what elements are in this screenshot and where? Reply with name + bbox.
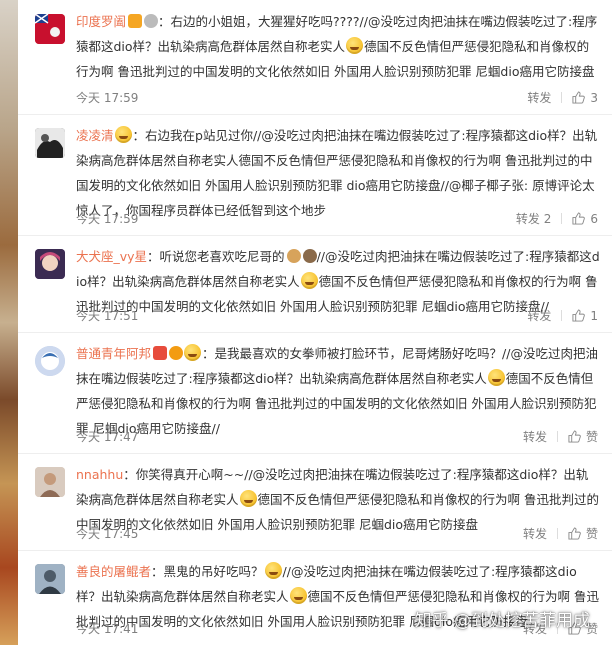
repost-button[interactable]: 转发 (527, 307, 551, 324)
divider (561, 213, 563, 224)
comment-body: 大犬座_vy星：听说您老喜欢吃尼哥的//@没吃过肉把油抹在嘴边假装吃过了:程序猿… (76, 244, 600, 319)
comment-item: nnahhu：你笑得真开心啊~~//@没吃过肉把油抹在嘴边假装吃过了:程序猿都这… (18, 453, 612, 551)
like-label: 赞 (585, 527, 598, 541)
photo-avatar-icon (35, 467, 65, 497)
avatar[interactable] (35, 128, 65, 158)
like-count: 1 (590, 309, 598, 323)
like-button[interactable]: 3 (572, 91, 598, 105)
monkey-emoji-icon (302, 249, 317, 263)
comment-time: 今天 17:41 (76, 622, 139, 636)
emoji-icon (289, 587, 307, 604)
like-button[interactable]: 1 (572, 309, 598, 323)
comment-body: 普通青年阿邦 ：是我最喜欢的女拳师被打脸环节，尼哥烤肠好吃吗？//@没吃过肉把油抹… (76, 341, 600, 441)
emoji-icon (346, 37, 364, 54)
background-image-strip (0, 0, 18, 645)
vip-badge-icon (144, 14, 159, 28)
comment-body: nnahhu：你笑得真开心啊~~//@没吃过肉把油抹在嘴边假装吃过了:程序猿都这… (76, 462, 600, 537)
comment-text: ：听说您老喜欢吃尼哥的 (147, 249, 285, 264)
comment-username[interactable]: 善良的屠鲲者 (76, 564, 151, 579)
comment-time: 今天 17:45 (76, 527, 139, 541)
comment-time: 今天 17:59 (76, 91, 139, 105)
flag-avatar-icon (35, 14, 65, 44)
comment-username[interactable]: 凌凌清 (76, 128, 114, 143)
repost-button[interactable]: 转发 (523, 525, 547, 542)
comment-body: 印度罗阖 ：右边的小姐姐，大猩猩好吃吗????//@没吃过肉把油抹在嘴边假装吃过了… (76, 9, 600, 84)
comment-actions: 转发 3 (527, 89, 598, 106)
anime-avatar-icon (35, 249, 65, 279)
divider (556, 528, 558, 539)
thumbs-up-icon (568, 527, 581, 540)
comment-text: ：右边我在p站见过你//@没吃过肉把油抹在嘴边假装吃过了:程序猿都这dio样？出… (76, 128, 598, 218)
comment-text: ：黑鬼的吊好吃吗？ (151, 564, 264, 579)
thumbs-up-icon (568, 430, 581, 443)
thumbs-up-icon (572, 91, 586, 104)
repost-button[interactable]: 转发 2 (516, 210, 551, 227)
watermark: 知乎 @到处挖苦菲用成 (414, 611, 590, 631)
avatar[interactable] (35, 249, 65, 279)
crown-badge-icon (128, 14, 143, 28)
comment-actions: 转发 赞 (523, 525, 598, 542)
comment-item: 大犬座_vy星：听说您老喜欢吃尼哥的//@没吃过肉把油抹在嘴边假装吃过了:程序猿… (18, 235, 612, 333)
like-count: 3 (590, 91, 598, 105)
cartoon-avatar-icon (35, 346, 65, 376)
chicken-emoji-icon (286, 249, 301, 263)
comment-item: 印度罗阖 ：右边的小姐姐，大猩猩好吃吗????//@没吃过肉把油抹在嘴边假装吃过了… (18, 0, 612, 115)
photo-avatar-icon (35, 128, 65, 158)
emoji-icon (300, 272, 318, 289)
comment-item: 凌凌清 ：右边我在p站见过你//@没吃过肉把油抹在嘴边假装吃过了:程序猿都这dio… (18, 114, 612, 236)
thumbs-up-icon (572, 309, 586, 322)
cool-emoji-icon (114, 126, 132, 143)
comment-time: 今天 17:59 (76, 212, 139, 226)
avatar[interactable] (35, 14, 65, 44)
comment-username[interactable]: 大犬座_vy星 (76, 249, 147, 264)
comment-username[interactable]: 普通青年阿邦 (76, 346, 151, 361)
repost-button[interactable]: 转发 (523, 428, 547, 445)
like-button[interactable]: 赞 (568, 525, 598, 542)
emoji-icon (264, 562, 282, 579)
comment-time: 今天 17:51 (76, 309, 139, 323)
repost-button[interactable]: 转发 (527, 89, 551, 106)
comment-username[interactable]: 印度罗阖 (76, 14, 126, 29)
avatar[interactable] (35, 346, 65, 376)
comment-username[interactable]: nnahhu (76, 467, 123, 482)
comment-actions: 转发 赞 (523, 428, 598, 445)
comment-actions: 转发 2 6 (516, 210, 598, 227)
divider (561, 310, 563, 321)
comment-actions: 转发 1 (527, 307, 598, 324)
avatar[interactable] (35, 564, 65, 594)
comment-item: 普通青年阿邦 ：是我最喜欢的女拳师被打脸环节，尼哥烤肠好吃吗？//@没吃过肉把油抹… (18, 332, 612, 454)
comment-time: 今天 17:47 (76, 430, 139, 444)
like-button[interactable]: 赞 (568, 428, 598, 445)
comment-body: 凌凌清 ：右边我在p站见过你//@没吃过肉把油抹在嘴边假装吃过了:程序猿都这dio… (76, 123, 600, 223)
comment-list: 印度罗阖 ：右边的小姐姐，大猩猩好吃吗????//@没吃过肉把油抹在嘴边假装吃过了… (18, 0, 612, 645)
cool-emoji-icon (184, 344, 202, 361)
vip-badge-icon (169, 346, 184, 360)
emoji-icon (487, 369, 505, 386)
thumbs-up-icon (572, 212, 586, 225)
star-badge-icon (153, 346, 168, 360)
avatar[interactable] (35, 467, 65, 497)
like-label: 赞 (585, 430, 598, 444)
divider (556, 431, 558, 442)
emoji-icon (239, 490, 257, 507)
like-count: 6 (590, 212, 598, 226)
photo-avatar-icon (35, 564, 65, 594)
divider (561, 92, 563, 103)
like-button[interactable]: 6 (572, 212, 598, 226)
